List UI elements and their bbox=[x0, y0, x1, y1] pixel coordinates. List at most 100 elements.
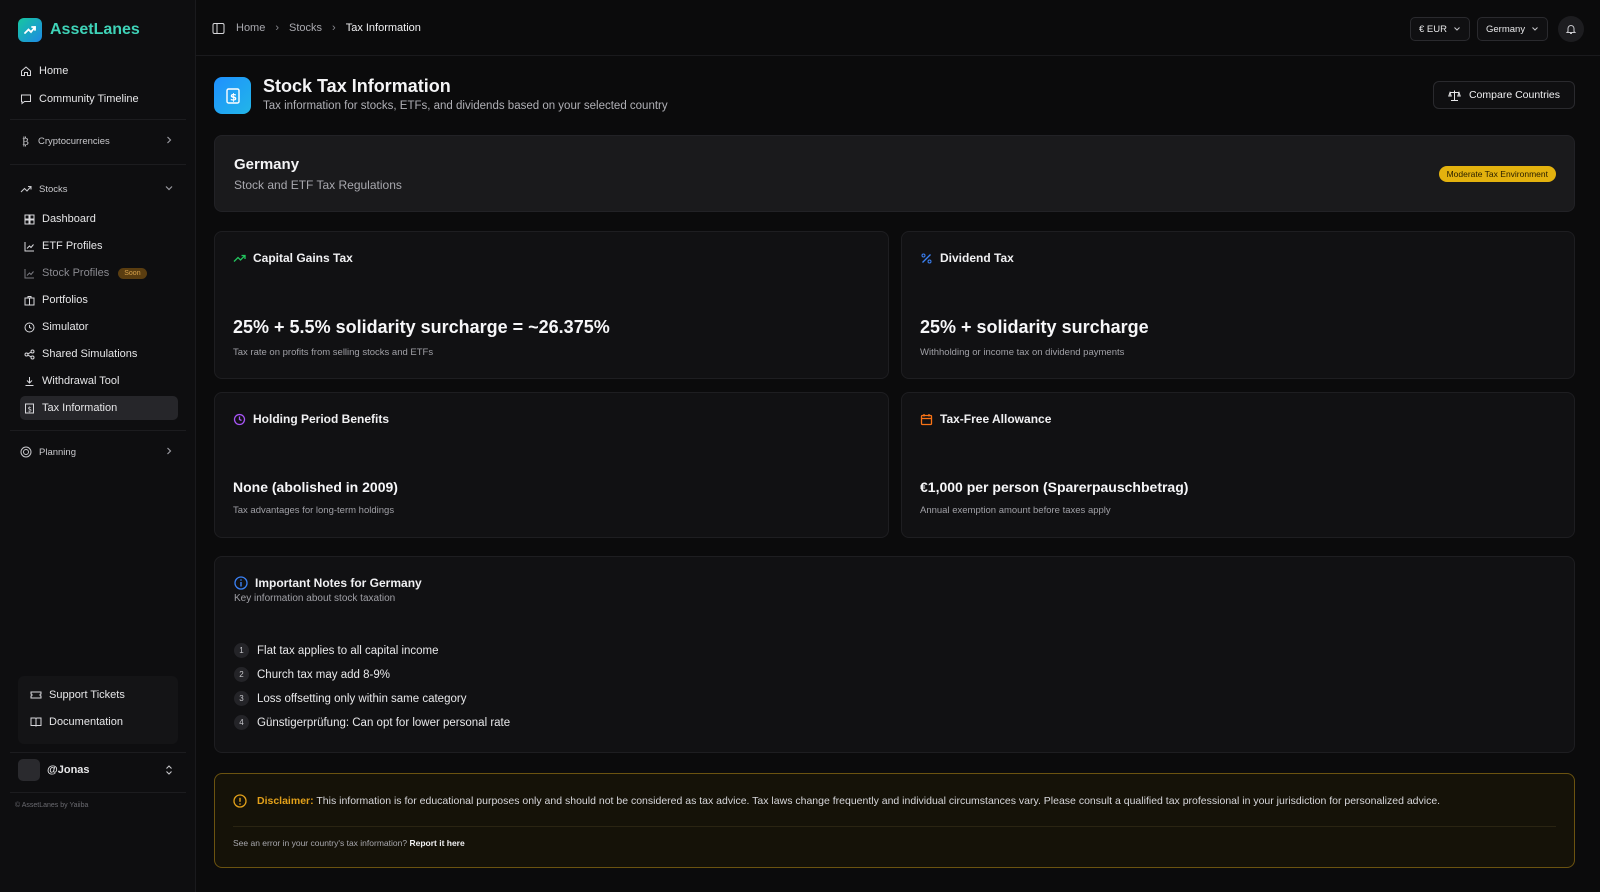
line-chart-icon bbox=[24, 268, 34, 278]
note-text: Flat tax applies to all capital income bbox=[257, 644, 439, 657]
chevron-down-icon bbox=[1532, 27, 1538, 31]
chevrons-up-down-icon bbox=[166, 765, 172, 775]
country-value: Germany bbox=[1486, 23, 1526, 35]
sidebar-section-planning[interactable]: Planning bbox=[18, 440, 178, 464]
disclaimer-line: Disclaimer: This information is for educ… bbox=[233, 794, 1440, 808]
breadcrumb-stocks[interactable]: Stocks bbox=[289, 22, 322, 34]
sidebar-item-label: Community Timeline bbox=[39, 93, 139, 105]
soon-badge: Soon bbox=[118, 267, 147, 279]
currency-select[interactable]: € EUR bbox=[1410, 17, 1470, 41]
line-chart-icon bbox=[24, 241, 34, 251]
page-title: Stock Tax Information bbox=[263, 76, 451, 96]
sidebar: AssetLanes Home Community Timeline ₿ Cry… bbox=[0, 0, 196, 892]
avatar bbox=[18, 759, 40, 781]
breadcrumb-home[interactable]: Home bbox=[236, 22, 265, 34]
tax-free-allowance-title: Tax-Free Allowance bbox=[920, 412, 1051, 426]
dividend-tax-desc: Withholding or income tax on dividend pa… bbox=[920, 347, 1125, 358]
sidebar-item-withdrawal-tool[interactable]: Withdrawal Tool bbox=[20, 369, 178, 393]
note-text: Church tax may add 8-9% bbox=[257, 668, 390, 681]
grid-icon bbox=[24, 214, 35, 224]
sidebar-item-label: ETF Profiles bbox=[42, 240, 103, 252]
clock-icon bbox=[24, 322, 35, 332]
capital-gains-title: Capital Gains Tax bbox=[233, 251, 353, 265]
chevron-right-icon: › bbox=[332, 22, 336, 34]
percent-icon bbox=[921, 253, 932, 263]
sidebar-item-home[interactable]: Home bbox=[18, 59, 178, 83]
note-number: 2 bbox=[234, 667, 249, 682]
tax-environment-badge: Moderate Tax Environment bbox=[1438, 166, 1556, 182]
sidebar-section-label: Planning bbox=[39, 446, 76, 458]
sidebar-item-simulator[interactable]: Simulator bbox=[20, 315, 178, 339]
sidebar-item-etf-profiles[interactable]: ETF Profiles bbox=[20, 234, 178, 258]
report-line: See an error in your country's tax infor… bbox=[233, 838, 465, 848]
trending-up-icon bbox=[20, 185, 32, 193]
chevron-down-icon bbox=[1454, 27, 1460, 31]
breadcrumb: Home › Stocks › Tax Information bbox=[210, 20, 421, 36]
capital-gains-value: 25% + 5.5% solidarity surcharge = ~26.37… bbox=[233, 317, 610, 337]
page-subtitle: Tax information for stocks, ETFs, and di… bbox=[263, 100, 668, 112]
chevron-right-icon bbox=[167, 136, 172, 144]
compare-countries-button[interactable]: Compare Countries bbox=[1433, 81, 1575, 109]
sidebar-toggle-icon[interactable] bbox=[210, 20, 226, 36]
briefcase-icon bbox=[24, 295, 35, 305]
disclaimer-card: Disclaimer: This information is for educ… bbox=[214, 773, 1575, 868]
target-icon bbox=[20, 446, 32, 458]
report-prefix: See an error in your country's tax infor… bbox=[233, 838, 408, 848]
sidebar-item-tax-information[interactable]: $ Tax Information bbox=[20, 396, 178, 420]
bitcoin-icon: ₿ bbox=[22, 136, 29, 147]
note-number: 4 bbox=[234, 715, 249, 730]
brand[interactable]: AssetLanes bbox=[18, 18, 140, 42]
sidebar-divider bbox=[10, 792, 186, 793]
country-select[interactable]: Germany bbox=[1477, 17, 1549, 41]
holding-period-label: Holding Period Benefits bbox=[253, 412, 390, 426]
sidebar-item-dashboard[interactable]: Dashboard bbox=[20, 207, 178, 231]
holding-period-value: None (abolished in 2009) bbox=[233, 479, 398, 495]
user-menu[interactable]: @Jonas bbox=[18, 758, 178, 782]
sidebar-divider bbox=[10, 119, 186, 120]
notifications-button[interactable] bbox=[1558, 16, 1584, 42]
copyright-note: © AssetLanes by Yaiiba bbox=[15, 802, 89, 809]
capital-gains-card: Capital Gains Tax 25% + 5.5% solidarity … bbox=[214, 231, 889, 379]
tax-free-allowance-label: Tax-Free Allowance bbox=[940, 412, 1052, 426]
disclaimer-text: This information is for educational purp… bbox=[316, 795, 1441, 807]
note-item: 1 Flat tax applies to all capital income bbox=[234, 643, 439, 658]
country-subtitle: Stock and ETF Tax Regulations bbox=[234, 178, 402, 192]
sidebar-divider bbox=[10, 164, 186, 165]
country-card: Germany Stock and ETF Tax Regulations Mo… bbox=[214, 135, 1575, 212]
holding-period-card: Holding Period Benefits None (abolished … bbox=[214, 392, 889, 538]
sidebar-item-shared-simulations[interactable]: Shared Simulations bbox=[20, 342, 178, 366]
sidebar-item-support-tickets[interactable]: Support Tickets bbox=[28, 683, 168, 707]
notes-title-label: Important Notes for Germany bbox=[255, 576, 422, 590]
holding-period-desc: Tax advantages for long-term holdings bbox=[233, 505, 395, 516]
sidebar-item-community-timeline[interactable]: Community Timeline bbox=[18, 87, 178, 111]
sidebar-section-stocks[interactable]: Stocks bbox=[18, 177, 178, 201]
sidebar-item-label: Home bbox=[39, 65, 69, 77]
home-icon bbox=[21, 66, 31, 76]
sidebar-item-documentation[interactable]: Documentation bbox=[28, 710, 168, 734]
book-icon bbox=[30, 717, 42, 727]
topbar: Home › Stocks › Tax Information € EUR Ge… bbox=[196, 0, 1600, 56]
tax-free-allowance-value: €1,000 per person (Sparerpauschbetrag) bbox=[920, 479, 1189, 495]
message-icon bbox=[21, 94, 31, 105]
note-text: Loss offsetting only within same categor… bbox=[257, 692, 467, 705]
dividend-tax-label: Dividend Tax bbox=[940, 251, 1014, 265]
sidebar-section-label: Cryptocurrencies bbox=[38, 135, 110, 147]
note-number: 3 bbox=[234, 691, 249, 706]
disclaimer-divider bbox=[233, 826, 1556, 827]
currency-value: € EUR bbox=[1419, 23, 1447, 35]
report-error-link[interactable]: Report it here bbox=[409, 838, 464, 848]
sidebar-item-stock-profiles[interactable]: Stock Profiles Soon bbox=[20, 261, 178, 285]
dividend-tax-card: Dividend Tax 25% + solidarity surcharge … bbox=[901, 231, 1575, 379]
calendar-icon bbox=[920, 413, 933, 425]
alert-circle-icon bbox=[233, 794, 247, 808]
svg-text:$: $ bbox=[28, 405, 32, 413]
sidebar-item-label: Stock Profiles bbox=[42, 267, 110, 279]
chevron-right-icon bbox=[167, 447, 172, 455]
sidebar-section-cryptocurrencies[interactable]: ₿ Cryptocurrencies bbox=[18, 129, 178, 153]
note-item: 4 Günstigerprüfung: Can opt for lower pe… bbox=[234, 715, 510, 730]
dividend-tax-title: Dividend Tax bbox=[920, 251, 1014, 265]
note-number: 1 bbox=[234, 643, 249, 658]
notes-subtitle: Key information about stock taxation bbox=[234, 593, 396, 604]
notes-title: Important Notes for Germany bbox=[234, 576, 422, 590]
sidebar-item-portfolios[interactable]: Portfolios bbox=[20, 288, 178, 312]
